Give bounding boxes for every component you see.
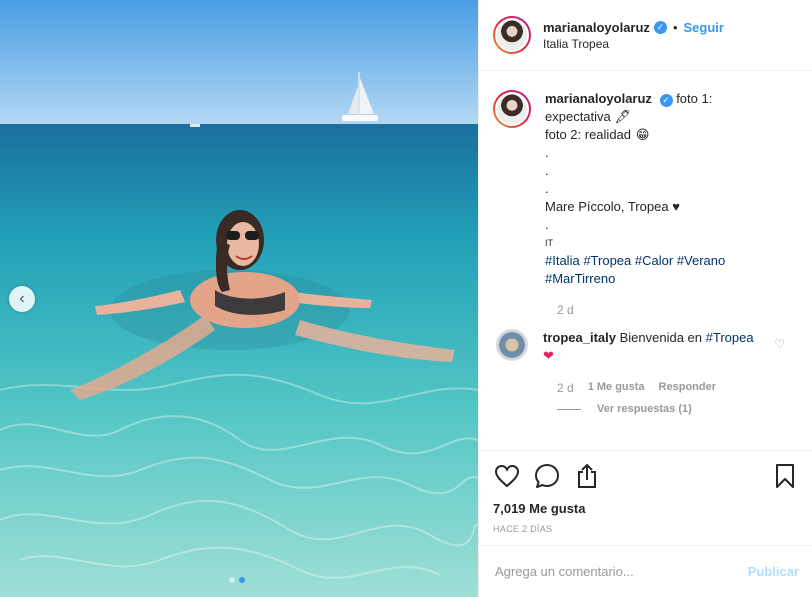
chevron-left-icon: ‹ [19, 290, 25, 307]
share-button[interactable] [573, 462, 601, 490]
red-heart-emoji-icon: ❤ [543, 348, 554, 363]
like-button[interactable] [493, 462, 521, 490]
previous-slide-button[interactable]: ‹ [9, 286, 35, 312]
flag-text: IT [545, 238, 553, 248]
post-location[interactable]: Italia Tropea [543, 37, 724, 51]
commenter-avatar[interactable] [496, 329, 528, 361]
hashtag-tropea[interactable]: #Tropea [583, 253, 631, 268]
post-caption: marianaloyolaruz ✓ foto 1: expectativa 🖋… [493, 90, 799, 288]
post-timestamp: HACE 2 DÍAS [493, 524, 553, 534]
carousel-dot [229, 577, 235, 583]
caption-line3: foto 2: realidad [545, 127, 632, 142]
author-avatar[interactable] [493, 16, 531, 54]
heart-icon [494, 464, 520, 488]
caption-line1: foto 1: [676, 91, 713, 106]
comment-time: 2 d [557, 381, 574, 395]
grin-emoji-icon: 😁 [635, 127, 650, 142]
post-actions: 7,019 Me gusta HACE 2 DÍAS [479, 450, 812, 545]
comment-hashtag[interactable]: #Tropea [706, 330, 754, 345]
reply-button[interactable]: Responder [659, 381, 716, 395]
comment-input[interactable] [495, 564, 748, 579]
follow-button[interactable]: Seguir [684, 20, 724, 35]
save-button[interactable] [771, 462, 799, 490]
caption-time: 2 d [557, 303, 574, 317]
publish-button[interactable]: Publicar [748, 564, 799, 579]
comment-like-heart-icon[interactable]: ♡ [774, 337, 785, 351]
post-side-panel: marianaloyolaruz ✓ • Seguir Italia Trope… [478, 0, 812, 597]
hashtag-calor[interactable]: #Calor [635, 253, 673, 268]
replies-divider [557, 408, 581, 410]
separator-dot: • [672, 19, 678, 35]
caption-line4: Mare Píccolo, Tropea [545, 199, 669, 214]
add-comment-bar: Publicar [479, 545, 812, 597]
comment-item: tropea_italy Bienvenida en #Tropea ❤ ♡ [493, 329, 799, 365]
verified-badge-icon: ✓ [659, 93, 673, 107]
comment-text: Bienvenida en [619, 330, 703, 345]
hashtag-martirreno[interactable]: #MarTirreno [545, 271, 615, 286]
post-modal: ‹ marianaloyolaruz ✓ • Seguir Italia Tro… [0, 0, 812, 597]
view-replies-button[interactable]: Ver respuestas (1) [557, 403, 799, 415]
bookmark-icon [776, 464, 794, 488]
caption-line2: expectativa [545, 109, 611, 124]
caption-avatar[interactable] [493, 90, 531, 128]
post-header: marianaloyolaruz ✓ • Seguir Italia Trope… [479, 0, 812, 71]
comment-meta: 2 d 1 Me gusta Responder [557, 381, 799, 395]
author-username[interactable]: marianaloyolaruz [543, 20, 650, 35]
comment-icon [535, 464, 559, 488]
caption-username[interactable]: marianaloyolaruz [545, 91, 652, 106]
view-replies-label: Ver respuestas (1) [597, 403, 692, 415]
comment-button[interactable] [533, 462, 561, 490]
share-icon [578, 463, 596, 488]
comments-section: marianaloyolaruz ✓ foto 1: expectativa 🖋… [479, 72, 812, 450]
post-photo[interactable]: ‹ [0, 0, 478, 597]
photo-scene [0, 0, 478, 597]
commenter-username[interactable]: tropea_italy [543, 330, 616, 345]
hashtag-verano[interactable]: #Verano [677, 253, 725, 268]
likes-count[interactable]: 7,019 Me gusta [493, 501, 799, 516]
verified-badge-icon: ✓ [653, 20, 667, 34]
hashtag-italia[interactable]: #Italia [545, 253, 580, 268]
heart-symbol-icon: ♥ [672, 199, 680, 214]
carousel-indicator [229, 577, 245, 583]
caption-dot: . [545, 145, 549, 160]
caption-dot: . [545, 163, 549, 178]
pen-emoji-icon: 🖋 [614, 109, 631, 124]
carousel-dot-active [239, 577, 245, 583]
comment-likes[interactable]: 1 Me gusta [588, 381, 645, 395]
caption-dot: . [545, 181, 549, 196]
caption-dot: . [545, 217, 549, 232]
